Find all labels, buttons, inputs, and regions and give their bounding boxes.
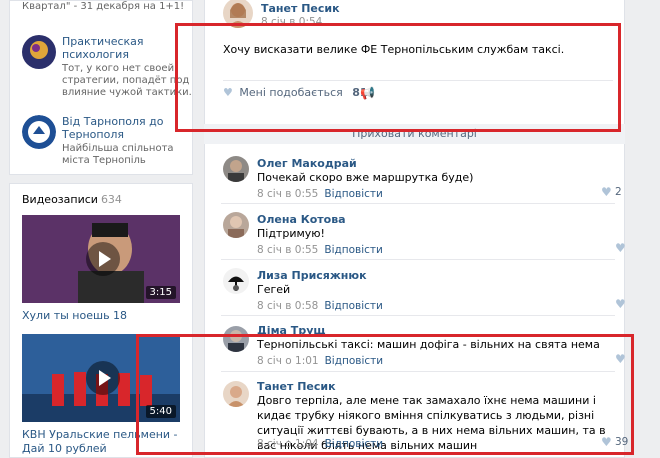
heart-icon[interactable]: ♥: [615, 241, 626, 255]
comment-author[interactable]: Лиза Присяжнюк: [257, 269, 367, 282]
group-item-psychology[interactable]: Практическая психология Тот, у кого нет …: [22, 35, 194, 98]
play-icon[interactable]: [86, 361, 120, 395]
videos-title[interactable]: Видеозаписи: [22, 193, 98, 206]
heart-icon[interactable]: ♥: [601, 185, 612, 199]
group-avatar[interactable]: [22, 115, 56, 149]
comment-time[interactable]: 8 січ в 0:58: [257, 300, 318, 312]
comment-meta: 8 січ в 0:55 Відповісти: [257, 242, 383, 256]
comment-avatar[interactable]: [223, 212, 249, 238]
comment-author[interactable]: Олена Котова: [257, 213, 346, 226]
comment-like-count: 2: [615, 186, 622, 198]
group-desc: Найбільша спільнота міста Тернопіль: [62, 143, 174, 166]
group-recommendations: Квартал" - 31 декабря на 1+1! Практическ…: [9, 0, 193, 175]
top-item-text: Квартал" - 31 декабря на 1+1!: [22, 1, 185, 12]
highlight-box-comments: [136, 334, 634, 455]
comment-divider: [221, 315, 615, 316]
comment-avatar[interactable]: [223, 156, 249, 182]
comment-meta: 8 січ в 0:55 Відповісти: [257, 186, 383, 200]
video-caption[interactable]: Хули ты ноешь 18: [22, 309, 187, 323]
comment-divider: [221, 259, 615, 260]
highlight-box-post: [175, 23, 621, 132]
videos-count: 634: [100, 193, 122, 206]
comment-avatar[interactable]: [223, 268, 249, 294]
comment-author[interactable]: Олег Макодрай: [257, 157, 357, 170]
group-avatar[interactable]: [22, 35, 56, 69]
heart-icon[interactable]: ♥: [615, 297, 626, 311]
reply-link[interactable]: Відповісти: [324, 300, 383, 312]
videos-header[interactable]: Видеозаписи 634: [22, 193, 122, 206]
comment-meta: 8 січ в 0:58 Відповісти: [257, 298, 383, 312]
reply-link[interactable]: Відповісти: [324, 188, 383, 200]
video-thumb-1[interactable]: 3:15: [22, 215, 180, 303]
group-item-ternopil[interactable]: Від Тарнополя до Тернополя Найбільша спі…: [22, 115, 194, 166]
comment-text: Почекай скоро вже маршрутка буде): [257, 171, 474, 184]
play-icon[interactable]: [86, 242, 120, 276]
post-author[interactable]: Танет Песик: [261, 2, 340, 15]
comment-text: Підтримую!: [257, 227, 325, 240]
reply-link[interactable]: Відповісти: [324, 244, 383, 256]
comment-text: Гегей: [257, 283, 291, 296]
comment-time[interactable]: 8 січ в 0:55: [257, 244, 318, 256]
comment-time[interactable]: 8 січ в 0:55: [257, 188, 318, 200]
video-duration: 3:15: [145, 286, 176, 299]
comment-divider: [221, 203, 615, 204]
